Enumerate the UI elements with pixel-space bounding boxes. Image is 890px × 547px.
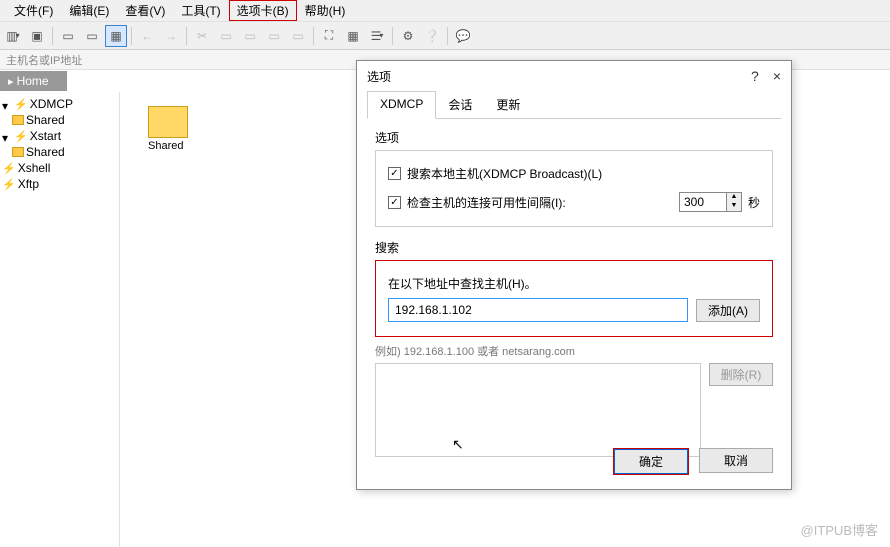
back-icon[interactable]: ← <box>136 25 158 47</box>
gear-icon[interactable]: ⚙ <box>397 25 419 47</box>
menu-tools[interactable]: 工具(T) <box>173 0 228 21</box>
options-dialog: 选项 ? × XDMCP 会话 更新 选项 搜索本地主机(XDMCP Broad… <box>356 60 792 490</box>
open2-icon[interactable]: ▭ <box>81 25 103 47</box>
dialog-help-icon[interactable]: ? <box>751 68 759 84</box>
interval-unit: 秒 <box>748 194 760 211</box>
checkbox-interval-label: 检查主机的连接可用性间隔(I): <box>407 194 566 211</box>
menu-view[interactable]: 查看(V) <box>117 0 173 21</box>
panel-icon[interactable]: ▦ <box>105 25 127 47</box>
open-icon[interactable]: ▭ <box>57 25 79 47</box>
tree-item-xdmcp[interactable]: ▾⚡XDMCP <box>2 96 117 112</box>
host-address-input[interactable] <box>388 298 688 322</box>
menu-bar: 文件(F) 编辑(E) 查看(V) 工具(T) 选项卡(B) 帮助(H) <box>0 0 890 22</box>
copy-icon[interactable]: ▭ <box>215 25 237 47</box>
copy2-icon[interactable]: ▭ <box>239 25 261 47</box>
remove-button[interactable]: 删除(R) <box>709 363 773 386</box>
interval-spinner[interactable]: ▲ ▼ <box>679 192 742 212</box>
help-icon[interactable]: ❔ <box>421 25 443 47</box>
tree-item-shared-2[interactable]: Shared <box>2 144 117 160</box>
folder-icon[interactable] <box>148 106 188 138</box>
cut-icon[interactable]: ✂ <box>191 25 213 47</box>
tree-item-xftp[interactable]: ⚡Xftp <box>2 176 117 192</box>
fullscreen-icon[interactable]: ⛶ <box>318 25 340 47</box>
paste-icon[interactable]: ▭ <box>263 25 285 47</box>
host-listbox[interactable]: ↖ <box>375 363 701 457</box>
paste2-icon[interactable]: ▭ <box>287 25 309 47</box>
tab-session[interactable]: 会话 <box>436 91 484 118</box>
dialog-close-icon[interactable]: × <box>773 68 781 84</box>
forward-icon[interactable]: → <box>160 25 182 47</box>
dialog-title: 选项 <box>367 68 391 85</box>
save-icon[interactable]: ▣ <box>26 25 48 47</box>
menu-help[interactable]: 帮助(H) <box>297 0 354 21</box>
dialog-tabs: XDMCP 会话 更新 <box>367 91 781 119</box>
add-button[interactable]: 添加(A) <box>696 299 760 322</box>
dialog-titlebar: 选项 ? × <box>357 61 791 91</box>
search-group-title: 搜索 <box>375 239 773 256</box>
ok-button[interactable]: 确定 <box>614 449 688 474</box>
spinner-up-icon[interactable]: ▲ <box>727 193 741 202</box>
list-icon[interactable]: ☰▾ <box>366 25 388 47</box>
menu-edit[interactable]: 编辑(E) <box>61 0 117 21</box>
tree-item-xshell[interactable]: ⚡Xshell <box>2 160 117 176</box>
cursor-icon: ↖ <box>452 436 464 453</box>
tree-item-xstart[interactable]: ▾⚡Xstart <box>2 128 117 144</box>
checkbox-interval[interactable] <box>388 196 401 209</box>
sidebar-tree: ▾⚡XDMCP Shared ▾⚡Xstart Shared ⚡Xshell ⚡… <box>0 92 120 547</box>
watermark: @ITPUB博客 <box>801 520 878 539</box>
tab-xdmcp[interactable]: XDMCP <box>367 91 436 119</box>
menu-file[interactable]: 文件(F) <box>6 0 61 21</box>
chat-icon[interactable]: 💬 <box>452 25 474 47</box>
options-group-title: 选项 <box>375 129 773 146</box>
toolbar: ▥▾ ▣ ▭ ▭ ▦ ← → ✂ ▭ ▭ ▭ ▭ ⛶ ▦ ☰▾ ⚙ ❔ 💬 <box>0 22 890 50</box>
menu-tabs[interactable]: 选项卡(B) <box>229 0 297 21</box>
interval-input[interactable] <box>680 193 726 211</box>
layout-icon[interactable]: ▦ <box>342 25 364 47</box>
checkbox-broadcast-label: 搜索本地主机(XDMCP Broadcast)(L) <box>407 165 602 182</box>
new-icon[interactable]: ▥▾ <box>2 25 24 47</box>
tab-update[interactable]: 更新 <box>484 91 532 118</box>
spinner-down-icon[interactable]: ▼ <box>727 202 741 211</box>
cancel-button[interactable]: 取消 <box>699 448 773 473</box>
tree-item-shared-1[interactable]: Shared <box>2 112 117 128</box>
checkbox-broadcast[interactable] <box>388 167 401 180</box>
search-host-label: 在以下地址中查找主机(H)。 <box>388 275 760 292</box>
breadcrumb-home[interactable]: ▸ Home <box>0 71 67 91</box>
example-text: 例如) 192.168.1.100 或者 netsarang.com <box>375 343 773 359</box>
